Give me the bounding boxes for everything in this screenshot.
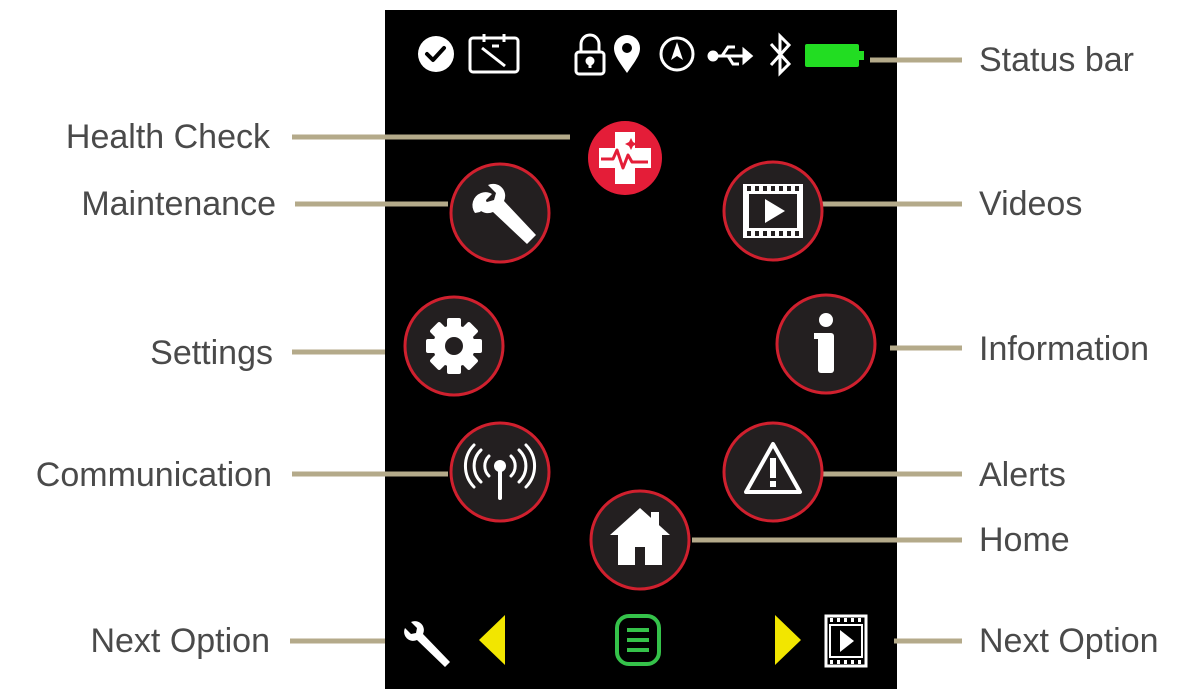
gear-icon: [426, 318, 482, 374]
diagram: Status bar Health Check Maintenance Vide…: [0, 0, 1180, 689]
health-check-button[interactable]: [588, 121, 662, 195]
next-option-left-label: Next Option: [90, 622, 270, 660]
alerts-label: Alerts: [979, 456, 1066, 494]
battery-icon: [805, 44, 864, 67]
alerts-button[interactable]: [722, 421, 824, 523]
maintenance-button[interactable]: [449, 162, 551, 264]
settings-label: Settings: [150, 334, 273, 372]
maintenance-label: Maintenance: [81, 185, 276, 223]
video-film-icon: [743, 184, 803, 238]
communication-button[interactable]: [449, 421, 551, 523]
communication-label: Communication: [35, 456, 272, 494]
settings-button[interactable]: [403, 295, 505, 397]
information-button[interactable]: [775, 293, 877, 395]
check-icon: [418, 36, 454, 72]
home-button[interactable]: [589, 489, 691, 591]
videos-button[interactable]: [722, 160, 824, 262]
health-check-label: Health Check: [65, 118, 270, 156]
next-option-right-label: Next Option: [979, 622, 1159, 660]
information-label: Information: [979, 330, 1150, 368]
videos-label: Videos: [979, 185, 1083, 223]
status-bar-label: Status bar: [979, 41, 1134, 79]
home-label: Home: [979, 521, 1070, 559]
